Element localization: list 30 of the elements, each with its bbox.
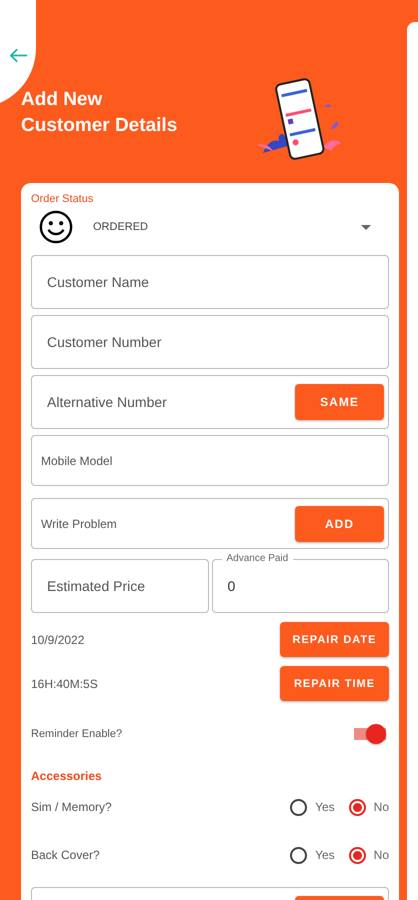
repair-date-button[interactable]: REPAIR DATE — [280, 622, 389, 657]
status-value: ORDERED — [93, 221, 150, 233]
radio-button[interactable] — [290, 798, 308, 816]
date-value: 10/9/2022 — [31, 632, 84, 646]
option-label: Yes — [315, 800, 335, 814]
caret-icon — [361, 224, 371, 230]
input-field[interactable]: Mobile Model — [31, 435, 389, 486]
option-label: Yes — [315, 848, 335, 862]
question-label: Back Cover? — [31, 848, 100, 862]
status-dropdown[interactable]: ORDERED — [31, 205, 389, 249]
input-field[interactable]: Estimated Price — [31, 559, 208, 613]
radio-button[interactable] — [348, 846, 366, 864]
same-button[interactable]: SAME — [295, 384, 384, 420]
question-label: Sim / Memory? — [31, 800, 112, 814]
input-field[interactable]: Customer Number — [31, 315, 389, 369]
back-arrow-icon[interactable] — [10, 48, 28, 63]
reminder-label: Reminder Enable? — [31, 728, 122, 740]
reminder-toggle[interactable] — [354, 724, 386, 744]
section-title: Accessories — [31, 769, 103, 783]
radio-button[interactable] — [290, 846, 308, 864]
section-label: Order Status — [31, 193, 94, 205]
page-title: Add New Customer Details — [21, 88, 178, 138]
input-field[interactable]: Customer Name — [31, 255, 389, 309]
time-value: 16H:40M:5S — [31, 676, 98, 690]
add-button[interactable]: ADD — [295, 506, 384, 542]
option-label: No — [374, 800, 389, 814]
radio-button[interactable] — [348, 798, 366, 816]
repair-time-button[interactable]: REPAIR TIME — [280, 666, 389, 701]
smiley-icon — [39, 210, 73, 244]
option-label: No — [374, 848, 389, 862]
